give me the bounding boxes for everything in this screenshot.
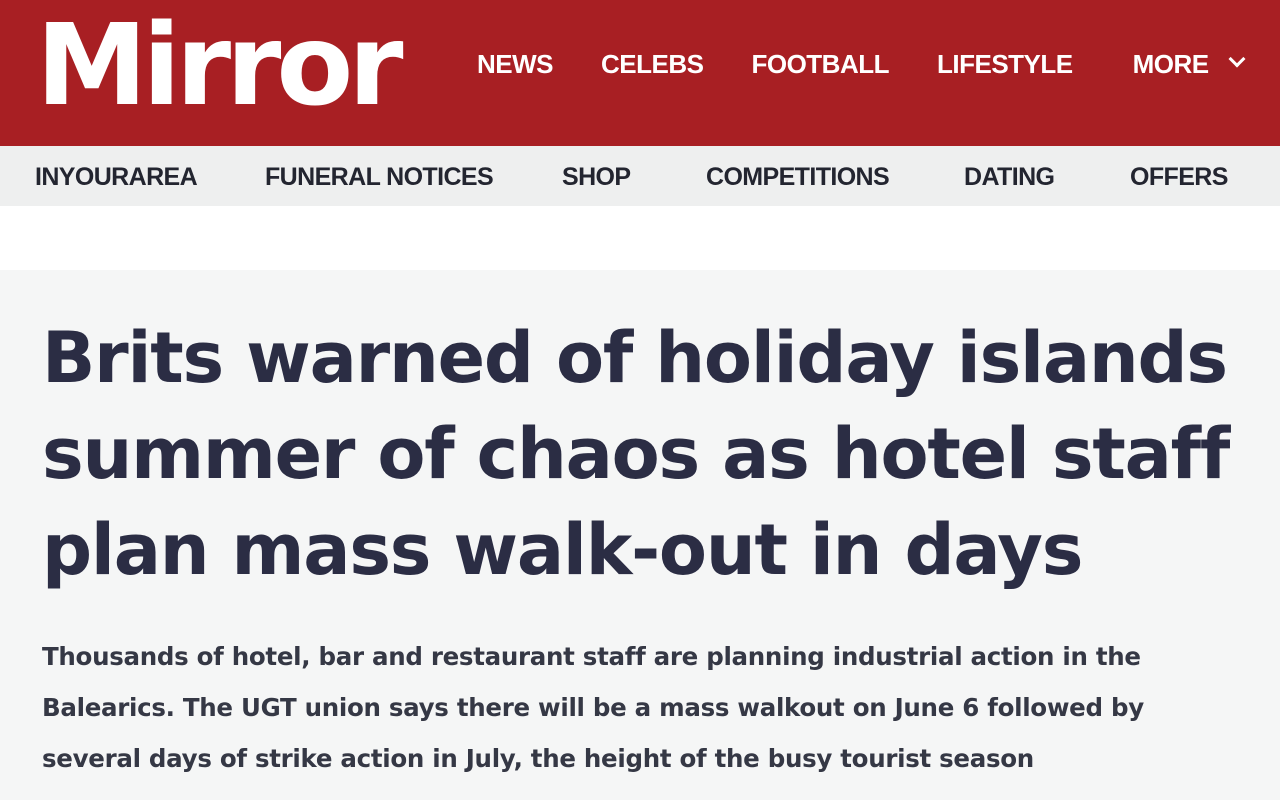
nav-news[interactable]: NEWS [477, 49, 554, 80]
subnav-competitions[interactable]: COMPETITIONS [706, 146, 890, 206]
primary-nav: NEWS CELEBS FOOTBALL LIFESTYLE MORE [477, 44, 1246, 84]
subnav-inyourarea[interactable]: INYOURAREA [35, 146, 198, 206]
article-standfirst: Thousands of hotel, bar and restaurant s… [42, 642, 1144, 773]
secondary-nav: INYOURAREA FUNERAL NOTICES SHOP COMPETIT… [0, 146, 1280, 206]
site-header: Mirror NEWS CELEBS FOOTBALL LIFESTYLE MO… [0, 0, 1280, 146]
subnav-shop[interactable]: SHOP [562, 146, 631, 206]
nav-more-label: MORE [1132, 48, 1210, 79]
nav-more-button[interactable]: MORE [1132, 48, 1246, 80]
article-headline: Brits warned of holiday islands summer o… [42, 317, 1230, 591]
subnav-funeral-notices[interactable]: FUNERAL NOTICES [265, 146, 494, 206]
chevron-down-icon [1228, 50, 1246, 68]
nav-lifestyle[interactable]: LIFESTYLE [937, 49, 1073, 80]
ad-spacer [0, 206, 1280, 270]
subnav-offers[interactable]: OFFERS [1130, 146, 1228, 206]
article: Brits warned of holiday islands summer o… [0, 270, 1280, 800]
nav-celebs[interactable]: CELEBS [601, 49, 704, 80]
mirror-logo[interactable]: Mirror [36, 2, 403, 130]
subnav-dating[interactable]: DATING [964, 146, 1055, 206]
nav-football[interactable]: FOOTBALL [751, 49, 889, 80]
